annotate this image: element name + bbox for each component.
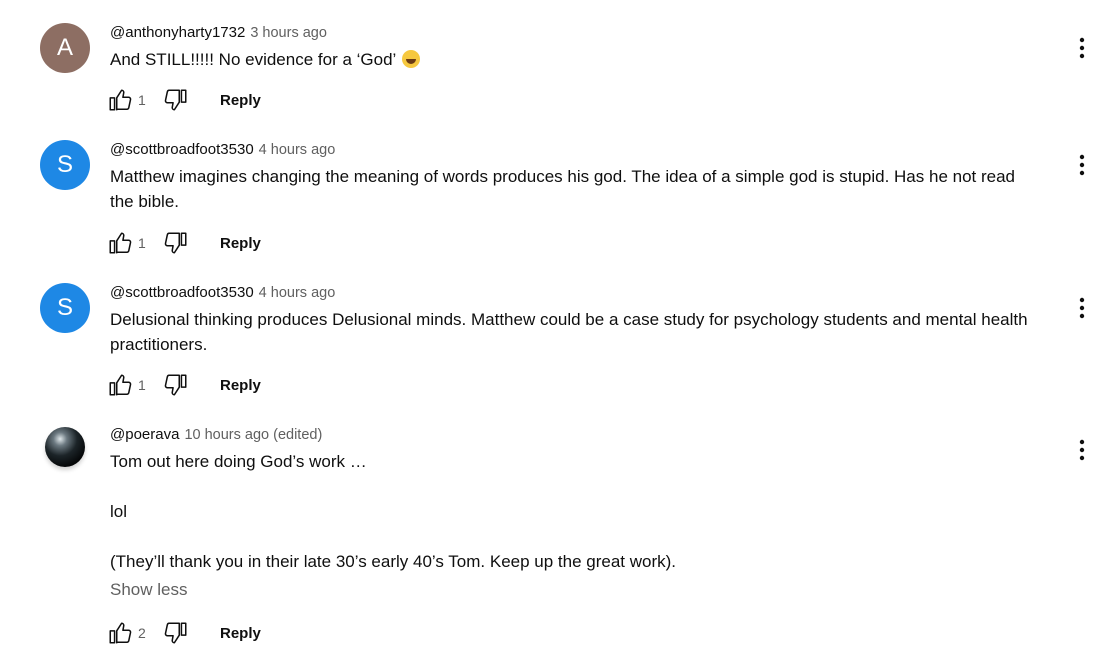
thumbs-up-icon <box>109 374 132 396</box>
thumbs-down-icon <box>164 232 187 254</box>
author-name[interactable]: @anthonyharty1732 <box>110 24 245 41</box>
more-actions-button[interactable] <box>1070 34 1094 62</box>
more-vert-icon <box>1079 297 1085 319</box>
comment-meta: @scottbroadfoot3530 4 hours ago <box>110 140 1043 160</box>
comment-meta: @scottbroadfoot3530 4 hours ago <box>110 283 1043 303</box>
comment-actions: 1 Reply <box>106 86 261 114</box>
comment-body: @scottbroadfoot3530 4 hours ago Delusiona… <box>110 283 1043 357</box>
comment-text: And STILL!!!!! No evidence for a ‘God’ <box>110 47 1043 72</box>
dislike-button[interactable] <box>162 371 190 399</box>
avatar[interactable] <box>45 427 85 467</box>
dislike-button[interactable] <box>162 86 190 114</box>
like-button[interactable] <box>106 371 134 399</box>
avatar[interactable]: S <box>40 140 90 190</box>
comment-actions: 2 Reply <box>106 619 261 647</box>
thumbs-up-icon <box>109 232 132 254</box>
like-count: 1 <box>138 377 146 393</box>
like-count: 1 <box>138 92 146 108</box>
comment-meta: @poerava 10 hours ago (edited) <box>110 425 1043 445</box>
thumbs-down-icon <box>164 89 187 111</box>
comment-body: @scottbroadfoot3530 4 hours ago Matthew i… <box>110 140 1043 214</box>
comment-actions: 1 Reply <box>106 229 261 257</box>
comment-body: @poerava 10 hours ago (edited) Tom out he… <box>110 425 1043 602</box>
show-less-button[interactable]: Show less <box>110 578 1043 602</box>
like-button[interactable] <box>106 619 134 647</box>
comment-body: @anthonyharty1732 3 hours ago And STILL!!… <box>110 23 1043 72</box>
author-name[interactable]: @poerava <box>110 426 179 443</box>
more-actions-button[interactable] <box>1070 436 1094 464</box>
thumbs-up-icon <box>109 89 132 111</box>
more-actions-button[interactable] <box>1070 151 1094 179</box>
comment-text: Delusional thinking produces Delusional … <box>110 310 1028 354</box>
author-name[interactable]: @scottbroadfoot3530 <box>110 284 254 301</box>
thumbs-down-icon <box>164 374 187 396</box>
comment-actions: 1 Reply <box>106 371 261 399</box>
thumbs-down-icon <box>164 622 187 644</box>
reply-button[interactable]: Reply <box>220 92 261 109</box>
avatar[interactable]: A <box>40 23 90 73</box>
more-vert-icon <box>1079 154 1085 176</box>
avatar[interactable]: S <box>40 283 90 333</box>
like-button[interactable] <box>106 86 134 114</box>
reply-button[interactable]: Reply <box>220 625 261 642</box>
timestamp[interactable]: 3 hours ago <box>250 25 327 41</box>
like-button[interactable] <box>106 229 134 257</box>
like-count: 1 <box>138 235 146 251</box>
dislike-button[interactable] <box>162 619 190 647</box>
more-actions-button[interactable] <box>1070 294 1094 322</box>
reply-button[interactable]: Reply <box>220 235 261 252</box>
timestamp[interactable]: 4 hours ago <box>259 285 336 301</box>
laughing-emoji-icon <box>402 50 421 68</box>
reply-button[interactable]: Reply <box>220 377 261 394</box>
more-vert-icon <box>1079 37 1085 59</box>
timestamp[interactable]: 10 hours ago (edited) <box>184 427 322 443</box>
author-name[interactable]: @scottbroadfoot3530 <box>110 141 254 158</box>
comment-text: Matthew imagines changing the meaning of… <box>110 167 1016 211</box>
thumbs-up-icon <box>109 622 132 644</box>
like-count: 2 <box>138 625 146 641</box>
comment-text: Tom out here doing God’s work … lol (The… <box>110 452 677 571</box>
more-vert-icon <box>1079 439 1085 461</box>
comment-meta: @anthonyharty1732 3 hours ago <box>110 23 1043 43</box>
dislike-button[interactable] <box>162 229 190 257</box>
comment-text-content: And STILL!!!!! No evidence for a ‘God’ <box>110 50 397 69</box>
timestamp[interactable]: 4 hours ago <box>259 142 336 158</box>
